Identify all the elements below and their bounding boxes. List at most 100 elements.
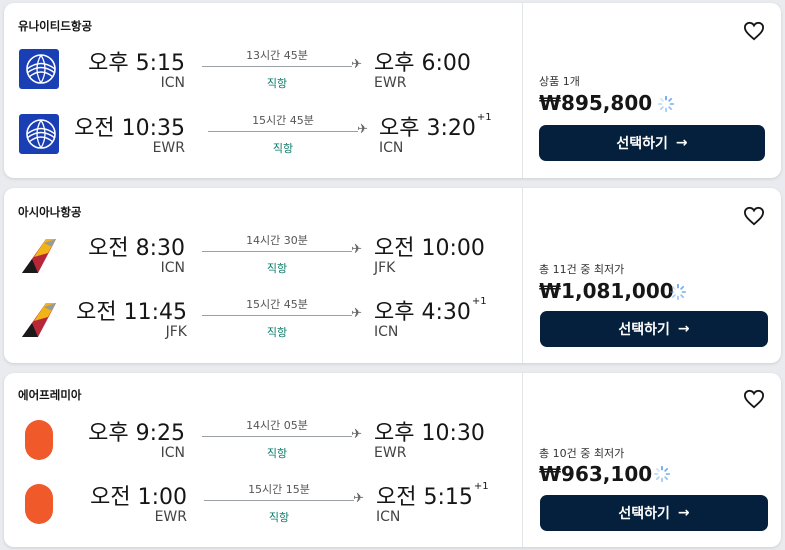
arrival-day-offset: +1 bbox=[471, 296, 487, 307]
arrival-time-text: 오전 5:15 bbox=[376, 485, 473, 510]
arrival-time-text: 오후 3:20 bbox=[379, 116, 476, 141]
outbound-leg: 오후 9:25 ICN 14시간 05분 ✈ 직항 오후 10:30 EWR bbox=[4, 415, 521, 461]
plane-icon: ✈ bbox=[351, 242, 362, 257]
arrival-airport: ICN bbox=[379, 140, 404, 156]
plane-icon: ✈ bbox=[351, 306, 362, 321]
arrow-right-icon: → bbox=[677, 321, 690, 337]
departure-airport: JFK bbox=[165, 324, 187, 340]
return-leg: 오전 11:45 JFK 15시간 45분 ✈ 직항 오후 4:30+1 ICN bbox=[4, 294, 521, 340]
arrival-time-text: 오전 10:00 bbox=[374, 236, 485, 261]
select-button[interactable]: 선택하기 → bbox=[540, 311, 768, 347]
spinner-icon bbox=[657, 95, 675, 113]
duration: 15시간 45분 bbox=[246, 298, 308, 311]
duration: 14시간 05분 bbox=[246, 419, 308, 432]
route-line bbox=[202, 66, 352, 67]
arrival-time-text: 오후 4:30 bbox=[374, 300, 471, 325]
arrival-time: 오전 5:15+1 bbox=[376, 479, 489, 511]
plane-icon: ✈ bbox=[351, 427, 362, 442]
price-label: 총 10건 중 최저가 bbox=[539, 447, 625, 460]
route-line bbox=[202, 436, 352, 437]
result-card-airpremia[interactable]: 에어프레미아 오후 9:25 ICN 14시간 05분 ✈ 직항 오후 10:3… bbox=[4, 373, 781, 547]
result-card-united[interactable]: 유나이티드항공 오후 5:15 ICN 13시간 45분 ✈ 직항 오후 6:0… bbox=[4, 3, 781, 178]
price: ₩963,100 bbox=[539, 462, 653, 486]
flight-duration-block: 14시간 05분 ✈ 직항 bbox=[202, 415, 362, 460]
airline-name: 유나이티드항공 bbox=[18, 19, 93, 33]
plane-icon: ✈ bbox=[353, 491, 364, 506]
flight-duration-block: 15시간 15분 ✈ 직항 bbox=[204, 479, 364, 524]
spinner-icon bbox=[653, 465, 671, 483]
outbound-leg: 오후 5:15 ICN 13시간 45분 ✈ 직항 오후 6:00 EWR bbox=[4, 45, 521, 91]
stops: 직항 bbox=[266, 326, 288, 339]
price: ₩895,800 bbox=[539, 91, 653, 115]
price: ₩1,081,000 bbox=[539, 279, 674, 303]
stops: 직항 bbox=[266, 262, 288, 275]
departure-time: 오전 1:00 bbox=[90, 485, 187, 510]
duration: 15시간 15분 bbox=[248, 483, 310, 496]
asiana-logo-icon bbox=[22, 239, 56, 273]
departure-time: 오후 5:15 bbox=[88, 51, 185, 76]
flight-duration-block: 15시간 45분 ✈ 직항 bbox=[202, 294, 362, 339]
price-label: 상품 1개 bbox=[539, 75, 580, 88]
stops: 직항 bbox=[268, 511, 290, 524]
flight-duration-block: 13시간 45분 ✈ 직항 bbox=[202, 45, 362, 90]
duration: 15시간 45분 bbox=[252, 114, 314, 127]
stops: 직항 bbox=[266, 447, 288, 460]
outbound-leg: 오전 8:30 ICN 14시간 30분 ✈ 직항 오전 10:00 JFK bbox=[4, 230, 521, 276]
stops: 직항 bbox=[272, 142, 294, 155]
united-logo-icon bbox=[19, 114, 59, 154]
arrival-airport: EWR bbox=[374, 445, 407, 461]
departure-time: 오전 10:35 bbox=[74, 116, 185, 141]
itinerary-section: 아시아나항공 오전 8:30 ICN 14시간 30분 ✈ 직항 오전 10:0… bbox=[4, 188, 521, 363]
route-line bbox=[208, 131, 358, 132]
arrival-airport: EWR bbox=[374, 75, 407, 91]
arrival-time: 오후 6:00 bbox=[374, 45, 472, 77]
arrival-airport: ICN bbox=[374, 324, 399, 340]
plane-icon: ✈ bbox=[351, 57, 362, 72]
route-line bbox=[202, 251, 352, 252]
duration: 13시간 45분 bbox=[246, 49, 308, 62]
select-button[interactable]: 선택하기 → bbox=[540, 495, 768, 531]
price-section: 상품 1개 ₩895,800 선택하기 → bbox=[522, 3, 781, 178]
arrival-time-text: 오후 6:00 bbox=[374, 51, 471, 76]
departure-airport: EWR bbox=[152, 140, 185, 156]
return-leg: 오전 10:35 EWR 15시간 45분 ✈ 직항 오후 3:20+1 ICN bbox=[4, 110, 521, 156]
arrival-day-offset: +1 bbox=[476, 112, 492, 123]
arrival-time: 오후 3:20+1 bbox=[379, 110, 492, 142]
arrival-time-text: 오후 10:30 bbox=[374, 421, 485, 446]
airline-name: 에어프레미아 bbox=[18, 388, 82, 402]
route-line bbox=[202, 315, 352, 316]
departure-time: 오전 8:30 bbox=[88, 236, 185, 261]
stops: 직항 bbox=[266, 77, 288, 90]
airline-name: 아시아나항공 bbox=[18, 205, 82, 219]
airpremia-logo-icon bbox=[25, 484, 53, 524]
price-section: 총 10건 중 최저가 ₩963,100 선택하기 → bbox=[522, 373, 781, 547]
departure-airport: ICN bbox=[160, 445, 185, 461]
heart-outline-icon[interactable] bbox=[743, 21, 765, 41]
airpremia-logo-icon bbox=[25, 420, 53, 460]
united-logo-icon bbox=[19, 49, 59, 89]
price-section: 총 11건 중 최저가 ₩1,081,000 선택하기 → bbox=[522, 188, 781, 363]
asiana-logo-icon bbox=[22, 303, 56, 337]
select-button[interactable]: 선택하기 → bbox=[539, 125, 765, 161]
select-button-label: 선택하기 bbox=[616, 136, 668, 152]
route-line bbox=[204, 500, 354, 501]
arrival-time: 오전 10:00 bbox=[374, 230, 486, 262]
arrival-airport: ICN bbox=[376, 509, 401, 525]
departure-time: 오후 9:25 bbox=[88, 421, 185, 446]
flight-duration-block: 15시간 45분 ✈ 직항 bbox=[208, 110, 368, 155]
heart-outline-icon[interactable] bbox=[743, 206, 765, 226]
result-card-asiana[interactable]: 아시아나항공 오전 8:30 ICN 14시간 30분 ✈ 직항 오전 10:0… bbox=[4, 188, 781, 363]
departure-airport: EWR bbox=[154, 509, 187, 525]
plane-icon: ✈ bbox=[357, 122, 368, 137]
select-button-label: 선택하기 bbox=[618, 322, 670, 338]
spinner-icon bbox=[669, 283, 687, 301]
flight-duration-block: 14시간 30분 ✈ 직항 bbox=[202, 230, 362, 275]
arrival-time: 오후 4:30+1 bbox=[374, 294, 487, 326]
arrival-time: 오후 10:30 bbox=[374, 415, 486, 447]
departure-airport: ICN bbox=[160, 75, 185, 91]
duration: 14시간 30분 bbox=[246, 234, 308, 247]
arrow-right-icon: → bbox=[675, 135, 688, 151]
heart-outline-icon[interactable] bbox=[743, 389, 765, 409]
arrow-right-icon: → bbox=[677, 505, 690, 521]
itinerary-section: 유나이티드항공 오후 5:15 ICN 13시간 45분 ✈ 직항 오후 6:0… bbox=[4, 3, 521, 178]
